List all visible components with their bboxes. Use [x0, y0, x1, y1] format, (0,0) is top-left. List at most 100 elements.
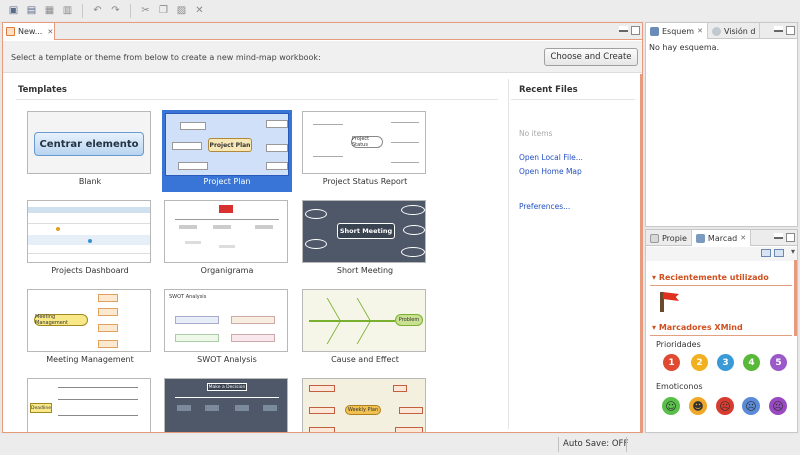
tab-new[interactable]: New... ✕ — [3, 23, 55, 40]
markers-icon — [695, 233, 705, 243]
tab-marcadores[interactable]: Marcad ✕ — [691, 230, 752, 246]
smile-icon[interactable]: ☺ — [662, 397, 680, 415]
bone-line — [326, 322, 341, 344]
swot-cell — [175, 316, 219, 324]
laugh-icon[interactable]: ☻ — [689, 397, 707, 415]
branch-line — [391, 122, 419, 123]
topic-node — [309, 427, 335, 432]
central-topic: Short Meeting — [337, 223, 395, 239]
thumb-title: SWOT Analysis — [169, 294, 207, 300]
minimize-icon[interactable] — [774, 233, 783, 239]
topic-node — [266, 162, 288, 170]
toolbar-divider — [82, 3, 83, 18]
red-flag-icon[interactable] — [663, 292, 679, 301]
template-deadline[interactable]: Deadline — [25, 378, 155, 432]
export-markers-icon[interactable] — [774, 249, 784, 257]
template-thumbnail: Project Plan — [165, 113, 289, 176]
angry-icon[interactable]: ☹ — [716, 397, 734, 415]
bone-line — [356, 322, 371, 344]
close-icon[interactable]: ✕ — [697, 27, 703, 35]
redo-icon[interactable]: ↷ — [108, 3, 123, 18]
open-local-file-link[interactable]: Open Local File... — [519, 153, 583, 162]
topic-node — [305, 239, 327, 249]
priority-3-icon[interactable]: 3 — [717, 354, 734, 371]
autosave-status: Auto Save: OFF — [563, 439, 629, 449]
minimize-icon[interactable] — [619, 26, 628, 32]
topic-node — [205, 405, 219, 411]
template-thumbnail: Problem — [302, 289, 426, 352]
markers-scrollbar[interactable] — [794, 260, 797, 336]
template-label: Blank — [78, 177, 102, 186]
template-cause-and-effect[interactable]: Problem Cause and Effect — [300, 289, 430, 371]
topic-node — [263, 405, 277, 411]
central-topic: Centrar elemento — [34, 132, 144, 156]
recent-empty-text: No items — [519, 129, 553, 138]
maximize-icon[interactable] — [631, 26, 640, 35]
template-make-a-decision[interactable]: Make a Decision — [162, 378, 292, 432]
topic-node — [401, 205, 425, 215]
template-projects-dashboard[interactable]: Projects Dashboard — [25, 200, 155, 282]
tab-new-label: New... — [18, 27, 43, 36]
delete-icon[interactable]: ✕ — [192, 3, 207, 18]
template-meeting-management[interactable]: Meeting Management Meeting Management — [25, 289, 155, 371]
priority-1-icon[interactable]: 1 — [663, 354, 680, 371]
topic-node — [213, 225, 231, 229]
undo-icon[interactable]: ↶ — [90, 3, 105, 18]
new-workbook-editor: New... ✕ Select a template or theme from… — [2, 22, 643, 433]
tab-propiedades[interactable]: Propie — [646, 230, 692, 246]
cut-icon[interactable]: ✂ — [138, 3, 153, 18]
paste-icon[interactable]: ▨ — [174, 3, 189, 18]
template-organigrama[interactable]: Organigrama — [162, 200, 292, 282]
template-short-meeting[interactable]: Short Meeting Short Meeting — [300, 200, 430, 282]
maximize-icon[interactable] — [786, 26, 795, 35]
surprise-icon[interactable]: ☹ — [769, 397, 787, 415]
new-icon[interactable]: ▣ — [6, 3, 21, 18]
cry-icon[interactable]: ☹ — [742, 397, 760, 415]
open-icon[interactable]: ▤ — [24, 3, 39, 18]
emoticons-label: Emoticonos — [656, 382, 703, 391]
topic-node — [309, 385, 335, 392]
template-thumbnail: Short Meeting — [302, 200, 426, 263]
template-blank[interactable]: Centrar elemento Blank — [25, 111, 155, 193]
close-icon[interactable]: ✕ — [740, 234, 746, 242]
maximize-icon[interactable] — [786, 233, 795, 242]
template-project-status-report[interactable]: Project Status Project Status Report — [300, 111, 430, 193]
template-weekly-plan[interactable]: Weekly Plan — [300, 378, 430, 432]
priority-4-icon[interactable]: 4 — [743, 354, 760, 371]
section-recent-label: Recientemente utilizado — [658, 273, 769, 282]
properties-icon — [650, 233, 659, 243]
close-icon[interactable]: ✕ — [47, 28, 53, 36]
topic-node — [393, 385, 407, 392]
status-divider — [626, 437, 627, 452]
preferences-link[interactable]: Preferences... — [519, 202, 570, 211]
branch-line — [58, 399, 138, 400]
section-xmind-header[interactable]: ▾ Marcadores XMind — [652, 323, 743, 332]
editor-window-buttons — [619, 26, 640, 35]
template-project-plan[interactable]: Project Plan Project Plan — [162, 110, 292, 192]
section-divider — [650, 335, 792, 336]
editor-scrollbar[interactable] — [640, 74, 642, 432]
priority-5-icon[interactable]: 5 — [770, 354, 787, 371]
template-swot-analysis[interactable]: SWOT Analysis SWOT Analysis — [162, 289, 292, 371]
print-icon[interactable]: ▥ — [60, 3, 75, 18]
view-menu-icon[interactable]: ▾ — [791, 247, 795, 256]
priority-2-icon[interactable]: 2 — [691, 354, 708, 371]
xmind-file-icon — [6, 27, 15, 36]
template-thumbnail: Make a Decision — [164, 378, 288, 432]
import-markers-icon[interactable] — [761, 249, 771, 257]
tab-esquema[interactable]: Esquem ✕ — [646, 23, 708, 39]
tab-vision[interactable]: Visión d — [708, 23, 761, 39]
section-recent-header[interactable]: ▾ Recientemente utilizado — [652, 273, 769, 282]
choose-and-create-button[interactable]: Choose and Create — [544, 48, 638, 66]
editor-header: Select a template or theme from below to… — [3, 41, 642, 73]
template-thumbnail: Weekly Plan — [302, 378, 426, 432]
template-label: Meeting Management — [46, 355, 134, 364]
minimize-icon[interactable] — [774, 26, 783, 32]
open-home-map-link[interactable]: Open Home Map — [519, 167, 582, 176]
copy-icon[interactable]: ❐ — [156, 3, 171, 18]
central-topic: Project Status — [351, 136, 383, 148]
topic-node — [98, 308, 118, 316]
section-divider — [650, 285, 792, 286]
markers-window-buttons — [774, 233, 795, 242]
save-icon[interactable]: ▦ — [42, 3, 57, 18]
